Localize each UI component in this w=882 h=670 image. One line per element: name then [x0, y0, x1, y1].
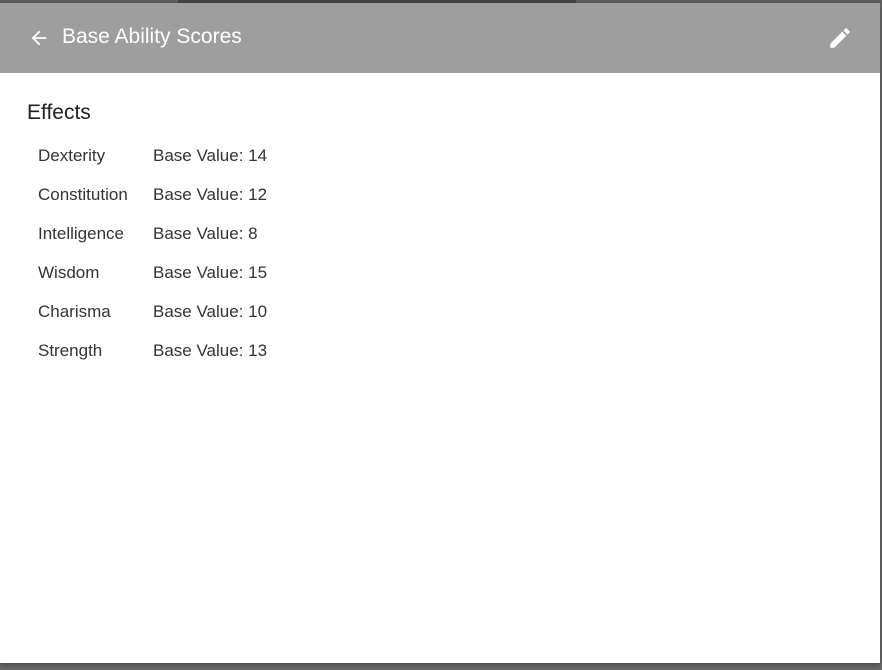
effect-row: Charisma Base Value: 10: [27, 292, 267, 331]
effect-value: Base Value: 10: [153, 301, 268, 321]
effect-name: Charisma: [38, 301, 111, 321]
effects-table: Dexterity Base Value: 14 Constitution Ba…: [27, 136, 267, 370]
ability-scores-dialog: Base Ability Scores Effects Dexterity Ba…: [0, 3, 880, 663]
effect-name: Wisdom: [38, 262, 100, 282]
effect-row: Dexterity Base Value: 14: [27, 136, 267, 175]
effect-name: Constitution: [38, 184, 128, 204]
pencil-icon: [830, 28, 850, 48]
effect-row: Strength Base Value: 13: [27, 331, 267, 370]
effect-name: Strength: [38, 340, 103, 360]
effect-value: Base Value: 12: [153, 184, 268, 204]
dialog-title: Base Ability Scores: [62, 25, 242, 48]
effect-row: Wisdom Base Value: 15: [27, 253, 267, 292]
effect-row: Constitution Base Value: 12: [27, 175, 267, 214]
effect-value: Base Value: 15: [153, 262, 268, 282]
effects-heading: Effects: [27, 101, 91, 124]
effect-value: Base Value: 14: [153, 145, 268, 165]
effect-value: Base Value: 8: [153, 223, 258, 243]
effect-name: Intelligence: [38, 223, 125, 243]
dialog-toolbar: Base Ability Scores: [0, 3, 880, 73]
effect-name: Dexterity: [38, 145, 106, 165]
effect-value: Base Value: 13: [153, 340, 268, 360]
arrow-left-icon: [31, 30, 47, 46]
dialog-content: Effects Dexterity Base Value: 14 Constit…: [27, 100, 880, 370]
back-button[interactable]: [26, 25, 52, 51]
effect-row: Intelligence Base Value: 8: [27, 214, 267, 253]
edit-button[interactable]: [826, 24, 854, 52]
